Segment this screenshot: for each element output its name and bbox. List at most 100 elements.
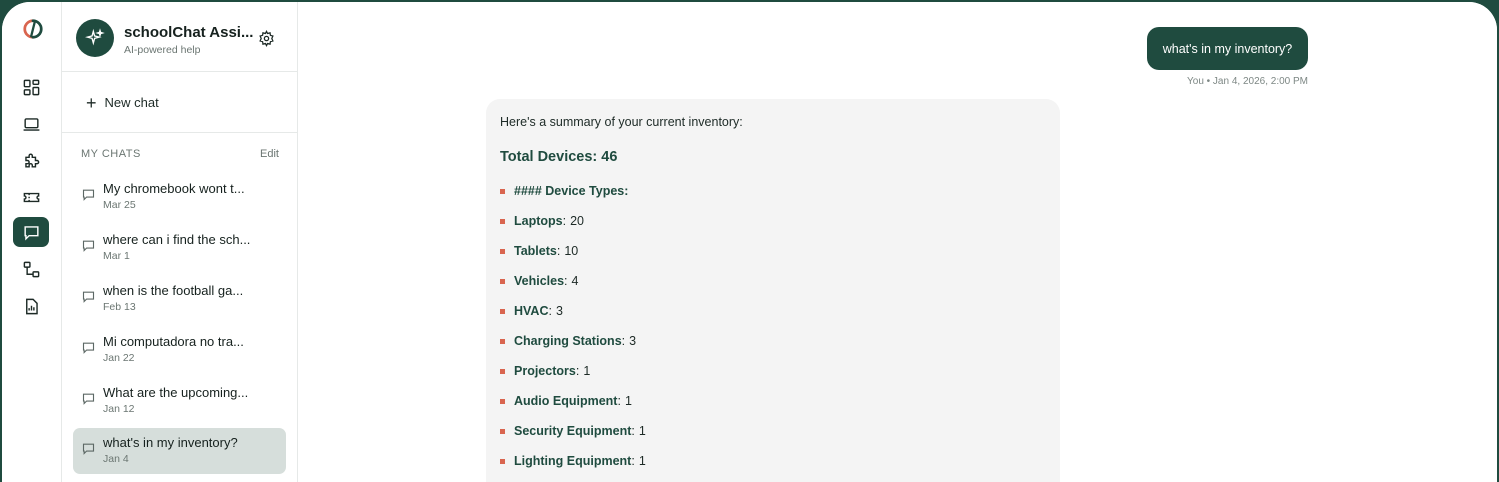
report-icon	[25, 298, 38, 314]
chat-item-title: My chromebook wont t...	[103, 181, 245, 196]
nav-integrations[interactable]	[13, 145, 49, 175]
list-item: Lighting Equipment:1	[500, 446, 1046, 476]
total-devices-heading: Total Devices: 46	[500, 149, 618, 165]
bullet-marker	[500, 428, 505, 434]
item-value: 3	[555, 304, 563, 318]
conversation-pane: what's in my inventory? You • Jan 4, 202…	[299, 2, 1497, 482]
item-label: #### Device Types:	[514, 184, 629, 198]
list-item: Audio Equipment:1	[500, 386, 1046, 416]
chat-item-date: Jan 22	[103, 352, 135, 364]
chat-sidebar: schoolChat Assi... AI-powered help + New…	[62, 2, 298, 482]
bullet-marker	[500, 188, 505, 194]
item-value: 10	[564, 244, 579, 258]
item-label: Charging Stations	[514, 334, 622, 348]
new-chat-button[interactable]: + New chat	[62, 73, 298, 133]
list-item: #### Device Types:	[500, 176, 1046, 206]
sparkle-icon	[85, 28, 105, 46]
chat-bubble-icon	[82, 443, 95, 455]
chat-item-title: Mi computadora no tra...	[103, 334, 244, 349]
list-item: Vehicles:4	[500, 266, 1046, 296]
item-value: 1	[638, 424, 646, 438]
bullet-marker	[500, 368, 505, 374]
chat-item[interactable]: What are the upcoming... Jan 12	[73, 378, 286, 424]
nav-reports[interactable]	[13, 291, 49, 321]
app-title: schoolChat Assi...	[124, 24, 254, 41]
chat-item-title: What are the upcoming...	[103, 385, 249, 400]
nav-chat[interactable]	[13, 217, 49, 247]
chat-item[interactable]: Mi computadora no tra... Jan 22	[73, 327, 286, 373]
workflow-icon	[23, 261, 39, 277]
item-label: Laptops	[514, 214, 563, 228]
chat-bubble-icon	[82, 291, 95, 303]
chat-item-date: Feb 13	[103, 301, 136, 313]
bullet-marker	[500, 218, 505, 224]
list-item: Security Equipment:1	[500, 416, 1046, 446]
nav-workflows[interactable]	[13, 254, 49, 284]
item-value: 1	[638, 454, 646, 468]
bullet-marker	[500, 458, 505, 464]
bullet-marker	[500, 308, 505, 314]
logo-icon	[23, 19, 43, 39]
chat-bubble-icon	[82, 189, 95, 201]
chat-item[interactable]: where can i find the sch... Mar 1	[73, 225, 286, 271]
item-label: Vehicles	[514, 274, 565, 288]
edit-chats-button[interactable]: Edit	[260, 148, 279, 160]
assistant-avatar	[76, 19, 114, 57]
item-value: 3	[629, 334, 637, 348]
bullet-marker	[500, 398, 505, 404]
chat-bubble-icon	[82, 342, 95, 354]
inventory-list: #### Device Types: Laptops:20 Tablets:10…	[500, 176, 1046, 476]
my-chats-header: MY CHATS Edit	[81, 148, 279, 160]
nav-dashboard[interactable]	[13, 72, 49, 102]
user-message-meta: You • Jan 4, 2026, 2:00 PM	[1187, 76, 1308, 87]
item-label: Audio Equipment	[514, 394, 618, 408]
assistant-message: Here's a summary of your current invento…	[486, 99, 1060, 482]
list-item: Laptops:20	[500, 206, 1046, 236]
plus-icon: +	[86, 92, 97, 113]
item-label: Projectors	[514, 364, 576, 378]
item-label: HVAC	[514, 304, 549, 318]
sidebar-header: schoolChat Assi... AI-powered help	[62, 2, 298, 72]
section-title: MY CHATS	[81, 148, 141, 160]
item-value: 20	[570, 214, 584, 228]
new-chat-label: New chat	[104, 95, 159, 110]
nav-tickets[interactable]	[13, 182, 49, 212]
dashboard-icon	[23, 79, 39, 95]
item-label: Lighting Equipment	[514, 454, 632, 468]
chat-item-date: Jan 12	[103, 403, 135, 415]
item-value: 1	[583, 364, 591, 378]
chat-item[interactable]: My chromebook wont t... Mar 25	[73, 174, 286, 220]
nav-devices[interactable]	[13, 109, 49, 139]
puzzle-icon	[24, 153, 39, 168]
list-item: HVAC:3	[500, 296, 1046, 326]
item-value: 4	[571, 274, 579, 288]
chat-item-title: what's in my inventory?	[103, 435, 238, 450]
app-subtitle: AI-powered help	[124, 44, 201, 56]
chat-icon	[23, 225, 39, 241]
item-label: Tablets	[514, 244, 557, 258]
nav-rail	[2, 2, 62, 482]
item-value: 1	[624, 394, 632, 408]
list-item: Projectors:1	[500, 356, 1046, 386]
user-message: what's in my inventory?	[1147, 27, 1308, 70]
list-item: Tablets:10	[500, 236, 1046, 266]
assistant-intro: Here's a summary of your current invento…	[500, 115, 743, 129]
app-window: schoolChat Assi... AI-powered help + New…	[2, 2, 1497, 482]
bullet-marker	[500, 278, 505, 284]
item-label: Security Equipment	[514, 424, 632, 438]
bullet-marker	[500, 248, 505, 254]
chat-item-active[interactable]: what's in my inventory? Jan 4	[73, 428, 286, 474]
chat-bubble-icon	[82, 240, 95, 252]
chat-bubble-icon	[82, 393, 95, 405]
chat-item[interactable]: when is the football ga... Feb 13	[73, 276, 286, 322]
chat-item-date: Mar 25	[103, 199, 136, 211]
chat-item-date: Jan 4	[103, 453, 129, 465]
bullet-marker	[500, 338, 505, 344]
chat-item-date: Mar 1	[103, 250, 130, 262]
laptop-icon	[23, 117, 39, 131]
gear-icon[interactable]	[258, 30, 275, 47]
chat-item-title: where can i find the sch...	[103, 232, 251, 247]
chat-item-title: when is the football ga...	[103, 283, 244, 298]
ticket-icon	[23, 192, 39, 202]
list-item: Charging Stations:3	[500, 326, 1046, 356]
